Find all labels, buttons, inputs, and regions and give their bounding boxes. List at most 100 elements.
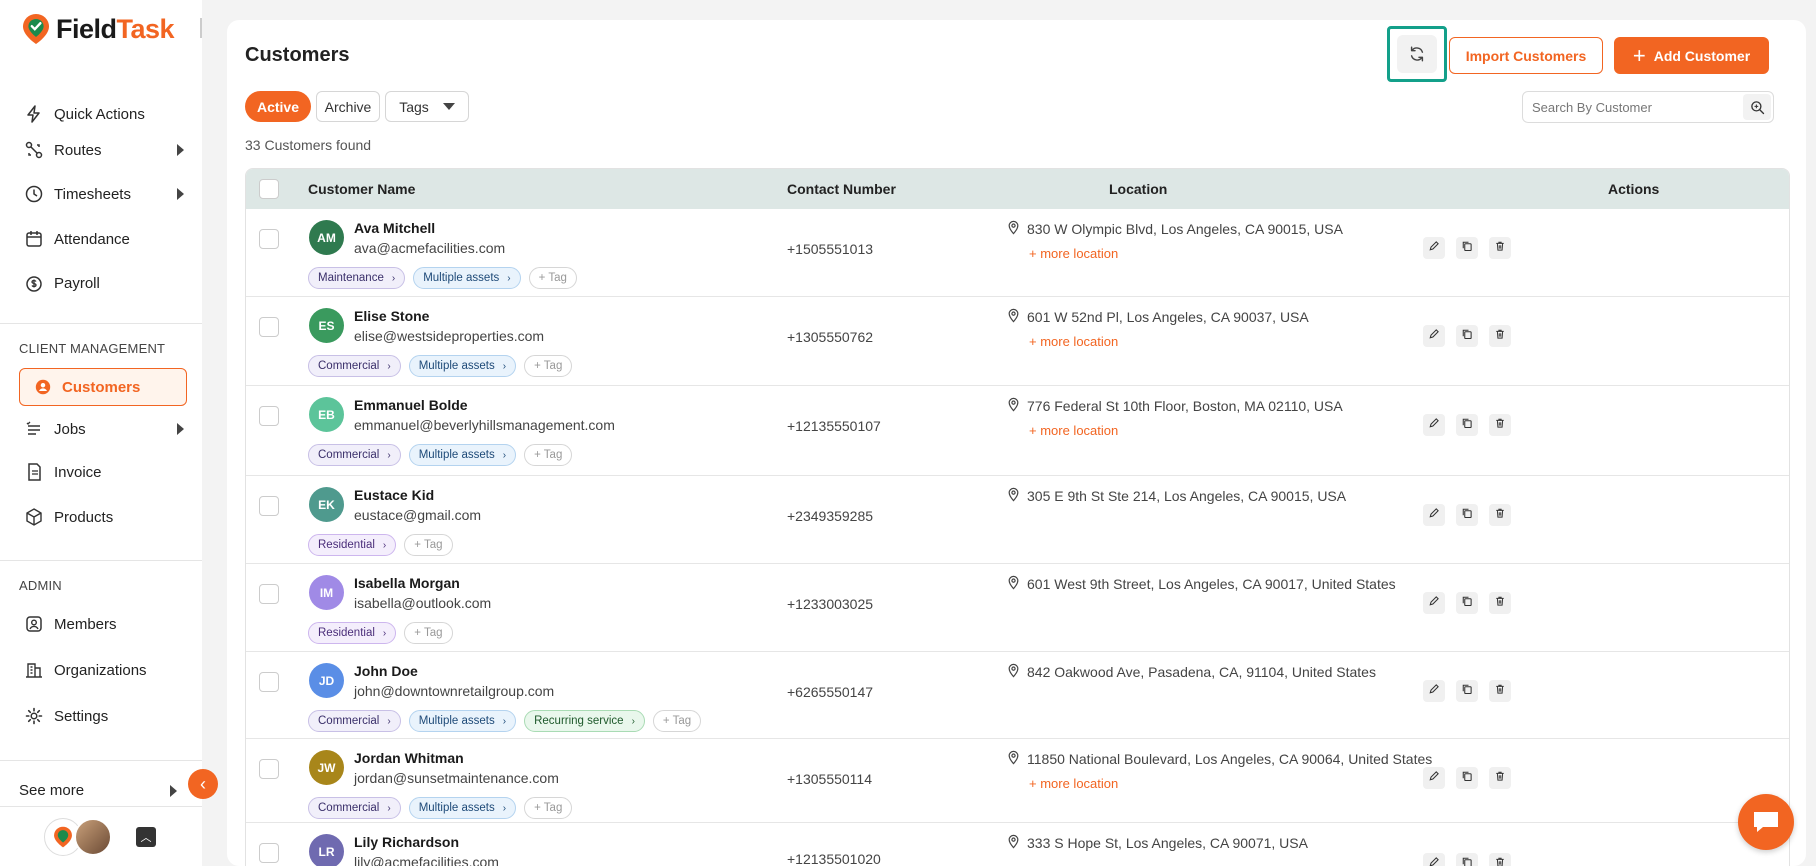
table-row[interactable]: LR Lily Richardson lily@acmefacilities.com… (246, 823, 1789, 866)
sidebar-item-routes[interactable]: Routes (24, 137, 184, 163)
collapse-sidebar-button[interactable]: ‹ (188, 769, 218, 799)
chat-support-button[interactable] (1738, 794, 1794, 850)
tag-chip[interactable]: Commercial › (308, 710, 401, 732)
duplicate-button[interactable] (1456, 853, 1478, 866)
import-customers-button[interactable]: Import Customers (1449, 37, 1603, 74)
edit-button[interactable] (1423, 767, 1445, 789)
table-row[interactable]: JD John Doe john@downtownretailgroup.com Co… (246, 652, 1789, 739)
sidebar-item-organizations[interactable]: Organizations (24, 657, 184, 683)
delete-button[interactable] (1489, 325, 1511, 347)
tag-chip[interactable]: Commercial › (308, 444, 401, 466)
row-checkbox[interactable] (259, 406, 279, 426)
user-profile[interactable]: ︿ (44, 818, 156, 856)
gear-icon (25, 707, 43, 725)
delete-button[interactable] (1489, 504, 1511, 526)
see-more-link[interactable]: See more (19, 782, 84, 799)
sidebar-item-jobs[interactable]: Jobs (24, 416, 184, 442)
tag-chip[interactable]: Recurring service › (524, 710, 645, 732)
tag-chip[interactable]: Multiple assets › (408, 355, 517, 377)
row-checkbox[interactable] (259, 584, 279, 604)
edit-button[interactable] (1423, 414, 1445, 436)
row-checkbox[interactable] (259, 843, 279, 863)
table-row[interactable]: AM Ava Mitchell ava@acmefacilities.com Main… (246, 209, 1789, 297)
sidebar-item-products[interactable]: Products (24, 504, 184, 530)
table-row[interactable]: EK Eustace Kid eustace@gmail.com Residentia… (246, 476, 1789, 564)
row-checkbox[interactable] (259, 759, 279, 779)
table-row[interactable]: JW Jordan Whitman jordan@sunsetmaintenance… (246, 739, 1789, 823)
sidebar-item-timesheets[interactable]: Timesheets (24, 181, 184, 207)
delete-button[interactable] (1489, 414, 1511, 436)
row-checkbox[interactable] (259, 672, 279, 692)
more-location-link[interactable]: + more location (1029, 334, 1118, 349)
select-all-checkbox[interactable] (259, 179, 279, 199)
search-input[interactable] (1532, 99, 1742, 115)
edit-button[interactable] (1423, 504, 1445, 526)
add-tag-button[interactable]: + Tag (652, 710, 702, 732)
delete-button[interactable] (1489, 767, 1511, 789)
add-tag-button[interactable]: + Tag (404, 622, 453, 644)
edit-button[interactable] (1423, 853, 1445, 866)
customer-name[interactable]: Jordan Whitman (354, 750, 464, 766)
duplicate-button[interactable] (1456, 504, 1478, 526)
tag-chip[interactable]: Residential › (308, 622, 397, 644)
edit-button[interactable] (1423, 680, 1445, 702)
sidebar-item-invoice[interactable]: Invoice (24, 459, 184, 485)
more-location-link[interactable]: + more location (1029, 776, 1118, 791)
add-tag-button[interactable]: + Tag (524, 355, 573, 377)
add-tag-button[interactable]: + Tag (524, 444, 573, 466)
delete-button[interactable] (1489, 592, 1511, 614)
delete-button[interactable] (1489, 853, 1511, 866)
add-tag-button[interactable]: + Tag (528, 267, 577, 289)
refresh-button[interactable] (1397, 35, 1437, 73)
tag-chip[interactable]: Multiple assets › (413, 267, 521, 289)
tag-chip[interactable]: Multiple assets › (408, 444, 517, 466)
row-checkbox[interactable] (259, 229, 279, 249)
customer-name[interactable]: Emmanuel Bolde (354, 397, 468, 413)
chevron-up-icon[interactable]: ︿ (136, 827, 156, 847)
sidebar-item-settings[interactable]: Settings (24, 703, 184, 729)
table-row[interactable]: ES Elise Stone elise@westsideproperties.co… (246, 297, 1789, 386)
filter-archive-button[interactable]: Archive (316, 91, 380, 122)
sidebar-item-quick-actions[interactable]: Quick Actions (24, 101, 184, 127)
customer-name[interactable]: Lily Richardson (354, 834, 459, 850)
app-logo[interactable]: FieldTask (22, 12, 175, 46)
tag-chip[interactable]: Maintenance › (308, 267, 406, 289)
tag-chip[interactable]: Commercial › (308, 355, 401, 377)
tag-chip[interactable]: Commercial › (308, 797, 401, 819)
edit-button[interactable] (1423, 592, 1445, 614)
search-button[interactable] (1743, 94, 1771, 120)
tag-chip[interactable]: Multiple assets › (408, 797, 517, 819)
customer-name[interactable]: Eustace Kid (354, 487, 434, 503)
row-checkbox[interactable] (259, 317, 279, 337)
more-location-link[interactable]: + more location (1029, 423, 1118, 438)
duplicate-button[interactable] (1456, 325, 1478, 347)
duplicate-button[interactable] (1456, 237, 1478, 259)
duplicate-button[interactable] (1456, 680, 1478, 702)
edit-button[interactable] (1423, 325, 1445, 347)
edit-button[interactable] (1423, 237, 1445, 259)
add-tag-button[interactable]: + Tag (524, 797, 573, 819)
customer-name[interactable]: John Doe (354, 663, 418, 679)
row-checkbox[interactable] (259, 496, 279, 516)
table-row[interactable]: IM Isabella Morgan isabella@outlook.com Res… (246, 564, 1789, 652)
delete-button[interactable] (1489, 237, 1511, 259)
duplicate-button[interactable] (1456, 414, 1478, 436)
filter-active-button[interactable]: Active (245, 91, 311, 122)
delete-button[interactable] (1489, 680, 1511, 702)
sidebar-item-members[interactable]: Members (24, 611, 184, 637)
tag-chip[interactable]: Residential › (308, 534, 397, 556)
sidebar-item-payroll[interactable]: Payroll (24, 270, 184, 296)
customer-name[interactable]: Isabella Morgan (354, 575, 460, 591)
add-tag-button[interactable]: + Tag (404, 534, 453, 556)
more-location-link[interactable]: + more location (1029, 246, 1118, 261)
tags-dropdown[interactable]: Tags (385, 91, 469, 122)
duplicate-button[interactable] (1456, 767, 1478, 789)
sidebar-item-attendance[interactable]: Attendance (24, 226, 184, 252)
sidebar-item-customers[interactable]: Customers (19, 368, 187, 406)
customer-name[interactable]: Elise Stone (354, 308, 429, 324)
add-customer-button[interactable]: + Add Customer (1614, 37, 1769, 74)
customer-name[interactable]: Ava Mitchell (354, 220, 435, 236)
tag-chip[interactable]: Multiple assets › (408, 710, 517, 732)
table-row[interactable]: EB Emmanuel Bolde emmanuel@beverlyhillsman… (246, 386, 1789, 476)
duplicate-button[interactable] (1456, 592, 1478, 614)
